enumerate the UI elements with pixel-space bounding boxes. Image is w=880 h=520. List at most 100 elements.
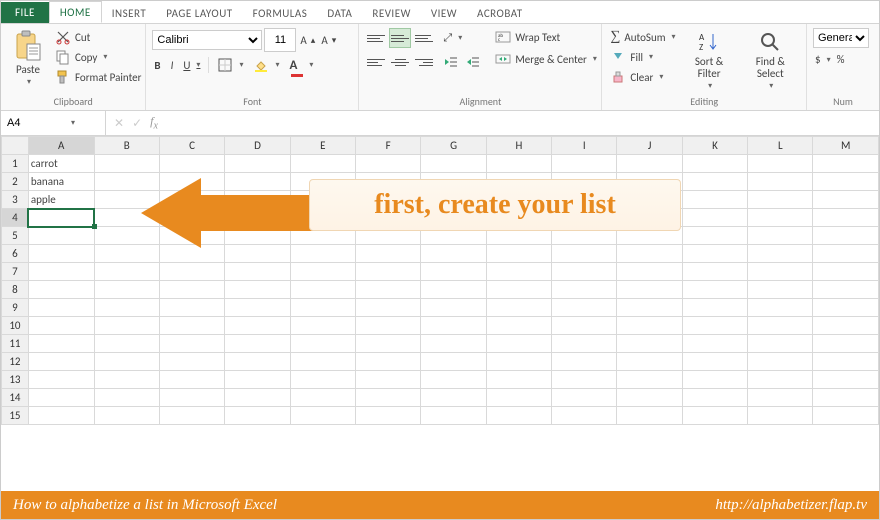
cell-F3[interactable] <box>356 191 421 209</box>
sort-filter-button[interactable]: AZ Sort & Filter▾ <box>682 28 737 93</box>
cell-I10[interactable] <box>552 317 617 335</box>
cell-J12[interactable] <box>617 353 682 371</box>
cell-J14[interactable] <box>617 389 682 407</box>
cell-J1[interactable] <box>617 155 682 173</box>
cell-J5[interactable] <box>617 227 682 245</box>
cell-A15[interactable] <box>28 407 94 425</box>
cell-K5[interactable] <box>682 227 747 245</box>
cell-B10[interactable] <box>94 317 159 335</box>
cell-E3[interactable] <box>290 191 355 209</box>
cell-M8[interactable] <box>813 281 879 299</box>
cell-F8[interactable] <box>356 281 421 299</box>
cell-C13[interactable] <box>159 371 224 389</box>
cell-C5[interactable] <box>159 227 224 245</box>
cell-E10[interactable] <box>290 317 355 335</box>
cell-K11[interactable] <box>682 335 747 353</box>
paste-button[interactable]: Paste ▾ <box>7 28 49 89</box>
cell-K13[interactable] <box>682 371 747 389</box>
cell-C14[interactable] <box>159 389 224 407</box>
cell-K6[interactable] <box>682 245 747 263</box>
formula-input[interactable] <box>166 111 879 135</box>
cell-E14[interactable] <box>290 389 355 407</box>
cell-H1[interactable] <box>486 155 551 173</box>
cell-M14[interactable] <box>813 389 879 407</box>
cell-I5[interactable] <box>552 227 617 245</box>
cell-B8[interactable] <box>94 281 159 299</box>
cell-K14[interactable] <box>682 389 747 407</box>
cell-L14[interactable] <box>748 389 813 407</box>
align-middle-button[interactable] <box>389 28 411 48</box>
row-header-15[interactable]: 15 <box>2 407 29 425</box>
cell-C10[interactable] <box>159 317 224 335</box>
cell-K2[interactable] <box>682 173 747 191</box>
cancel-icon[interactable]: ✕ <box>114 116 124 131</box>
col-header-D[interactable]: D <box>225 137 290 155</box>
row-header-10[interactable]: 10 <box>2 317 29 335</box>
clear-button[interactable]: Clear▾ <box>608 68 677 86</box>
fill-button[interactable]: Fill▾ <box>608 48 677 66</box>
cell-L8[interactable] <box>748 281 813 299</box>
cell-F9[interactable] <box>356 299 421 317</box>
cell-E12[interactable] <box>290 353 355 371</box>
col-header-A[interactable]: A <box>28 137 94 155</box>
cell-F10[interactable] <box>356 317 421 335</box>
cell-F2[interactable] <box>356 173 421 191</box>
cell-C11[interactable] <box>159 335 224 353</box>
cell-A11[interactable] <box>28 335 94 353</box>
cell-L9[interactable] <box>748 299 813 317</box>
select-all-corner[interactable] <box>2 137 29 155</box>
cell-G15[interactable] <box>421 407 486 425</box>
cell-C1[interactable] <box>159 155 224 173</box>
cell-A12[interactable] <box>28 353 94 371</box>
cell-J15[interactable] <box>617 407 682 425</box>
tab-formulas[interactable]: FORMULAS <box>243 3 318 23</box>
col-header-M[interactable]: M <box>813 137 879 155</box>
increase-indent-button[interactable] <box>463 53 483 71</box>
cell-L1[interactable] <box>748 155 813 173</box>
cell-E4[interactable] <box>290 209 355 227</box>
row-header-9[interactable]: 9 <box>2 299 29 317</box>
cell-B7[interactable] <box>94 263 159 281</box>
cell-G4[interactable] <box>421 209 486 227</box>
cell-C12[interactable] <box>159 353 224 371</box>
cell-J4[interactable] <box>617 209 682 227</box>
cell-L7[interactable] <box>748 263 813 281</box>
cell-K8[interactable] <box>682 281 747 299</box>
cell-J2[interactable] <box>617 173 682 191</box>
cell-H13[interactable] <box>486 371 551 389</box>
cell-I13[interactable] <box>552 371 617 389</box>
cell-J11[interactable] <box>617 335 682 353</box>
cell-I3[interactable] <box>552 191 617 209</box>
row-header-14[interactable]: 14 <box>2 389 29 407</box>
cell-K9[interactable] <box>682 299 747 317</box>
enter-icon[interactable]: ✓ <box>132 116 142 131</box>
cell-C6[interactable] <box>159 245 224 263</box>
cell-B11[interactable] <box>94 335 159 353</box>
cell-H3[interactable] <box>486 191 551 209</box>
row-header-12[interactable]: 12 <box>2 353 29 371</box>
cell-L2[interactable] <box>748 173 813 191</box>
name-box-input[interactable] <box>5 116 69 130</box>
cell-I7[interactable] <box>552 263 617 281</box>
cell-D13[interactable] <box>225 371 290 389</box>
cell-F15[interactable] <box>356 407 421 425</box>
cell-G9[interactable] <box>421 299 486 317</box>
cell-D10[interactable] <box>225 317 290 335</box>
percent-button[interactable]: % <box>835 52 847 67</box>
cell-M5[interactable] <box>813 227 879 245</box>
row-header-7[interactable]: 7 <box>2 263 29 281</box>
col-header-J[interactable]: J <box>617 137 682 155</box>
row-header-11[interactable]: 11 <box>2 335 29 353</box>
cell-G5[interactable] <box>421 227 486 245</box>
cell-D14[interactable] <box>225 389 290 407</box>
tab-acrobat[interactable]: ACROBAT <box>467 3 533 23</box>
cell-H10[interactable] <box>486 317 551 335</box>
cell-A1[interactable]: carrot <box>28 155 94 173</box>
font-size-input[interactable] <box>264 28 296 52</box>
cell-A5[interactable] <box>28 227 94 245</box>
row-header-3[interactable]: 3 <box>2 191 29 209</box>
cell-K10[interactable] <box>682 317 747 335</box>
wrap-text-button[interactable]: abcWrap Text <box>493 28 599 46</box>
cell-B9[interactable] <box>94 299 159 317</box>
cell-D8[interactable] <box>225 281 290 299</box>
